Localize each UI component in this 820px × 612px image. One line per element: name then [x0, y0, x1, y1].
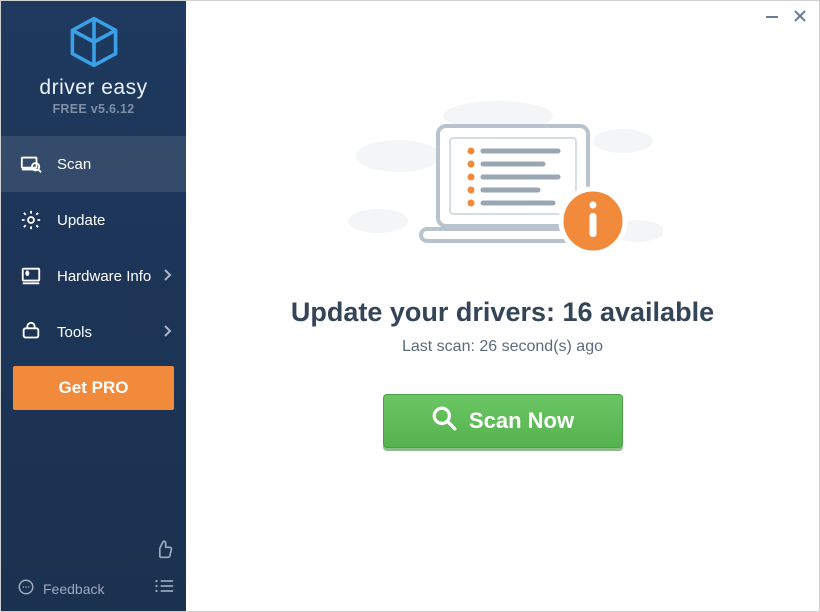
feedback-icon — [17, 578, 35, 599]
scan-now-label: Scan Now — [469, 408, 574, 434]
sidebar-item-label: Hardware Info — [57, 268, 151, 285]
sidebar-item-hardware-info[interactable]: i Hardware Info — [1, 248, 186, 304]
minimize-button[interactable] — [765, 9, 779, 27]
app-window: driver easy FREE v5.6.12 Scan — [0, 0, 820, 612]
feedback-button[interactable]: Feedback — [17, 578, 104, 599]
brand-version: FREE v5.6.12 — [1, 102, 186, 116]
status-illustration — [343, 101, 663, 271]
sidebar-item-scan[interactable]: Scan — [1, 136, 186, 192]
hardware-info-icon: i — [19, 264, 43, 288]
last-scan-text: Last scan: 26 second(s) ago — [402, 338, 603, 356]
gear-icon — [19, 208, 43, 232]
scan-icon — [19, 152, 43, 176]
window-controls — [765, 9, 807, 27]
sidebar: driver easy FREE v5.6.12 Scan — [1, 1, 186, 611]
brand-name: driver easy — [1, 76, 186, 100]
sidebar-bottom-icons — [154, 539, 174, 599]
svg-text:i: i — [27, 271, 28, 276]
chevron-right-icon — [164, 268, 172, 284]
main-content: Update your drivers: 16 available Last s… — [186, 1, 819, 611]
tools-icon — [19, 320, 43, 344]
get-pro-label: Get PRO — [59, 378, 129, 398]
scan-now-button[interactable]: Scan Now — [383, 394, 623, 448]
thumbs-up-icon[interactable] — [154, 539, 174, 564]
feedback-label: Feedback — [43, 581, 104, 597]
get-pro-button[interactable]: Get PRO — [13, 366, 174, 410]
sidebar-bottom: Feedback — [1, 529, 186, 611]
sidebar-item-tools[interactable]: Tools — [1, 304, 186, 360]
sidebar-item-update[interactable]: Update — [1, 192, 186, 248]
menu-list-icon[interactable] — [154, 578, 174, 599]
sidebar-item-label: Update — [57, 212, 105, 229]
logo-area: driver easy FREE v5.6.12 — [1, 1, 186, 124]
sidebar-nav: Scan Update i — [1, 136, 186, 360]
chevron-right-icon — [164, 324, 172, 340]
status-headline: Update your drivers: 16 available — [291, 297, 714, 328]
app-logo-icon — [67, 56, 121, 73]
search-icon — [431, 405, 457, 437]
close-button[interactable] — [793, 9, 807, 27]
sidebar-item-label: Tools — [57, 324, 92, 341]
sidebar-item-label: Scan — [57, 156, 91, 173]
